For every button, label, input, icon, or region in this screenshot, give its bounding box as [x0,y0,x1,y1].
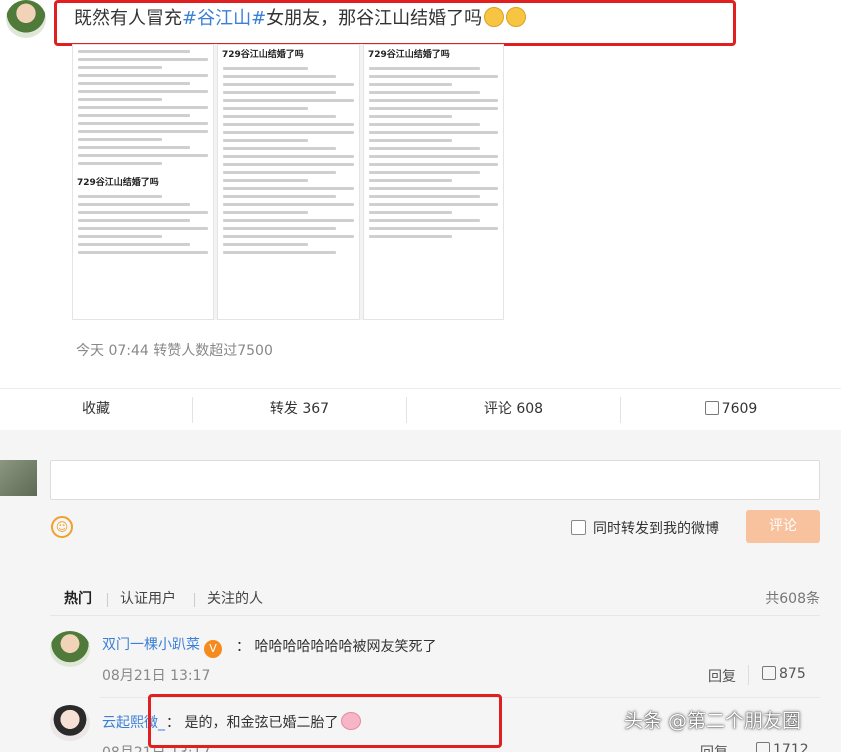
comment-author-name[interactable]: 双门一棵小趴菜 [102,637,200,653]
favorite-button[interactable]: 收藏 [0,389,192,429]
thumbs-up-icon [704,401,719,415]
verified-badge-icon: V [204,640,222,658]
highlight-box-comment [148,694,502,748]
divider [194,593,195,607]
screenshot-panel-left: 729谷江山结婚了吗 [72,44,214,320]
thumbs-up-icon [756,742,770,752]
comment-like-count: 875 [779,666,806,682]
action-bar: 收藏 转发 367 评论 608 7609 [0,388,841,428]
post-meta: 今天 07:44 转赞人数超过7500 [76,343,273,359]
highlight-box-post [54,0,736,46]
repost-button[interactable]: 转发 367 [193,389,406,429]
poster-avatar[interactable] [6,0,46,38]
forward-checkbox[interactable] [571,520,586,535]
divider [748,665,749,685]
comment-like-count: 1712 [773,742,809,752]
reply-button[interactable]: 回复 [708,666,736,686]
reply-button[interactable]: 回复 [700,742,728,752]
forward-label: 同时转发到我的微博 [593,521,719,537]
like-count: 7609 [721,401,758,417]
post-image-collage[interactable]: 729谷江山结婚了吗 729谷江山结婚了吗 729谷江山结婚了吗 [72,44,504,320]
comment-input[interactable] [50,460,820,500]
comment-like-button[interactable]: 1712 [756,742,809,752]
screenshot-title: 729谷江山结婚了吗 [368,50,450,60]
screenshot-panel-middle: 729谷江山结婚了吗 [217,44,360,320]
thumbs-up-icon [762,666,776,680]
comment-like-button[interactable]: 875 [762,666,806,682]
commenter-avatar[interactable] [50,631,90,667]
comment-button[interactable]: 评论 608 [407,389,620,429]
comment-filter-tabs: 热门 认证用户 关注的人 共608条 [50,588,820,614]
screenshot-panel-right: 729谷江山结婚了吗 [363,44,504,320]
tab-following[interactable]: 关注的人 [207,588,263,608]
my-avatar [0,460,37,496]
commenter-avatar[interactable] [50,705,90,741]
comment-time: 08月21日 13:17 [102,668,211,684]
comment-total: 共608条 [765,591,820,607]
watermark: 头条 @第二个朋友圈 [624,710,802,732]
divider [107,593,108,607]
tab-hot[interactable]: 热门 [64,588,92,608]
emoji-picker-icon[interactable]: ☺ [51,516,73,538]
like-button[interactable]: 7609 [621,389,841,429]
divider [50,615,820,616]
comment-text: ： 哈哈哈哈哈哈哈被网友笑死了 [236,639,437,655]
screenshot-title: 729谷江山结婚了吗 [77,178,159,188]
tab-verified-users[interactable]: 认证用户 [120,588,176,608]
submit-comment-button[interactable]: 评论 [746,510,820,543]
comment-author[interactable]: 双门一棵小趴菜 V [102,634,222,658]
screenshot-title: 729谷江山结婚了吗 [222,50,304,60]
